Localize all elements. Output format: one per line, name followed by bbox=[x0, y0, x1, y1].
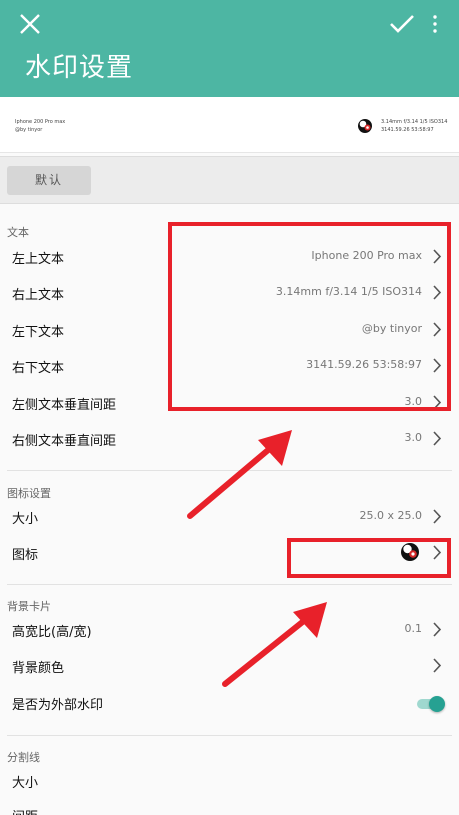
more-vert-icon[interactable] bbox=[430, 14, 440, 34]
row-label: 左侧文本垂直间距 bbox=[12, 398, 117, 413]
section-header-text: 文本 bbox=[7, 226, 29, 239]
row-label: 右侧文本垂直间距 bbox=[12, 434, 117, 449]
chevron-right-icon bbox=[433, 658, 442, 673]
section-divider bbox=[7, 584, 452, 585]
annotation-box-text bbox=[168, 222, 451, 411]
section-divider bbox=[7, 735, 452, 736]
row-label: 图标 bbox=[12, 548, 39, 563]
row-label: 背景颜色 bbox=[12, 661, 65, 676]
watermark-preview: Iphone 200 Pro max @by tinyor 3.14mm f/3… bbox=[0, 97, 459, 153]
page-title: 水印设置 bbox=[25, 53, 134, 83]
row-label: 间距 bbox=[12, 806, 38, 815]
brand-logo-icon bbox=[358, 119, 372, 133]
preview-bottom-right-text: 3141.59.26 53:58:97 bbox=[381, 127, 434, 133]
chevron-right-icon bbox=[433, 622, 442, 637]
row-label: 左下文本 bbox=[12, 325, 65, 340]
row-value: 25.0 x 25.0 bbox=[359, 509, 423, 522]
annotation-box-icon bbox=[287, 538, 451, 578]
row-divider-spacing[interactable]: 间距 bbox=[0, 797, 459, 815]
row-label: 大小 bbox=[12, 512, 39, 527]
preview-top-right-text: 3.14mm f/3.14 1/5 ISO314 bbox=[381, 119, 448, 125]
row-label: 左上文本 bbox=[12, 252, 65, 267]
row-label: 是否为外部水印 bbox=[12, 698, 104, 713]
preview-top-left-text: Iphone 200 Pro max bbox=[15, 119, 66, 125]
external-watermark-toggle[interactable] bbox=[417, 696, 445, 712]
app-bar: 水印设置 bbox=[0, 0, 459, 97]
row-divider-size[interactable]: 大小 bbox=[0, 763, 459, 799]
defaults-bar: 默认 bbox=[0, 156, 459, 204]
row-label: 右下文本 bbox=[12, 361, 65, 376]
check-icon[interactable] bbox=[389, 12, 415, 36]
preview-bottom-left-text: @by tinyor bbox=[15, 127, 43, 133]
chevron-right-icon bbox=[433, 431, 442, 446]
row-label: 右上文本 bbox=[12, 288, 65, 303]
row-value: 0.1 bbox=[404, 622, 423, 635]
annotation-arrow-icon bbox=[222, 602, 327, 687]
default-button[interactable]: 默认 bbox=[7, 166, 91, 195]
row-label: 高宽比(高/宽) bbox=[12, 625, 92, 640]
toggle-knob bbox=[429, 696, 445, 712]
chevron-right-icon bbox=[433, 509, 442, 524]
annotation-arrow-icon bbox=[187, 430, 292, 519]
row-value: 3.0 bbox=[404, 431, 423, 444]
close-icon[interactable] bbox=[18, 12, 42, 36]
row-label: 大小 bbox=[12, 776, 39, 791]
